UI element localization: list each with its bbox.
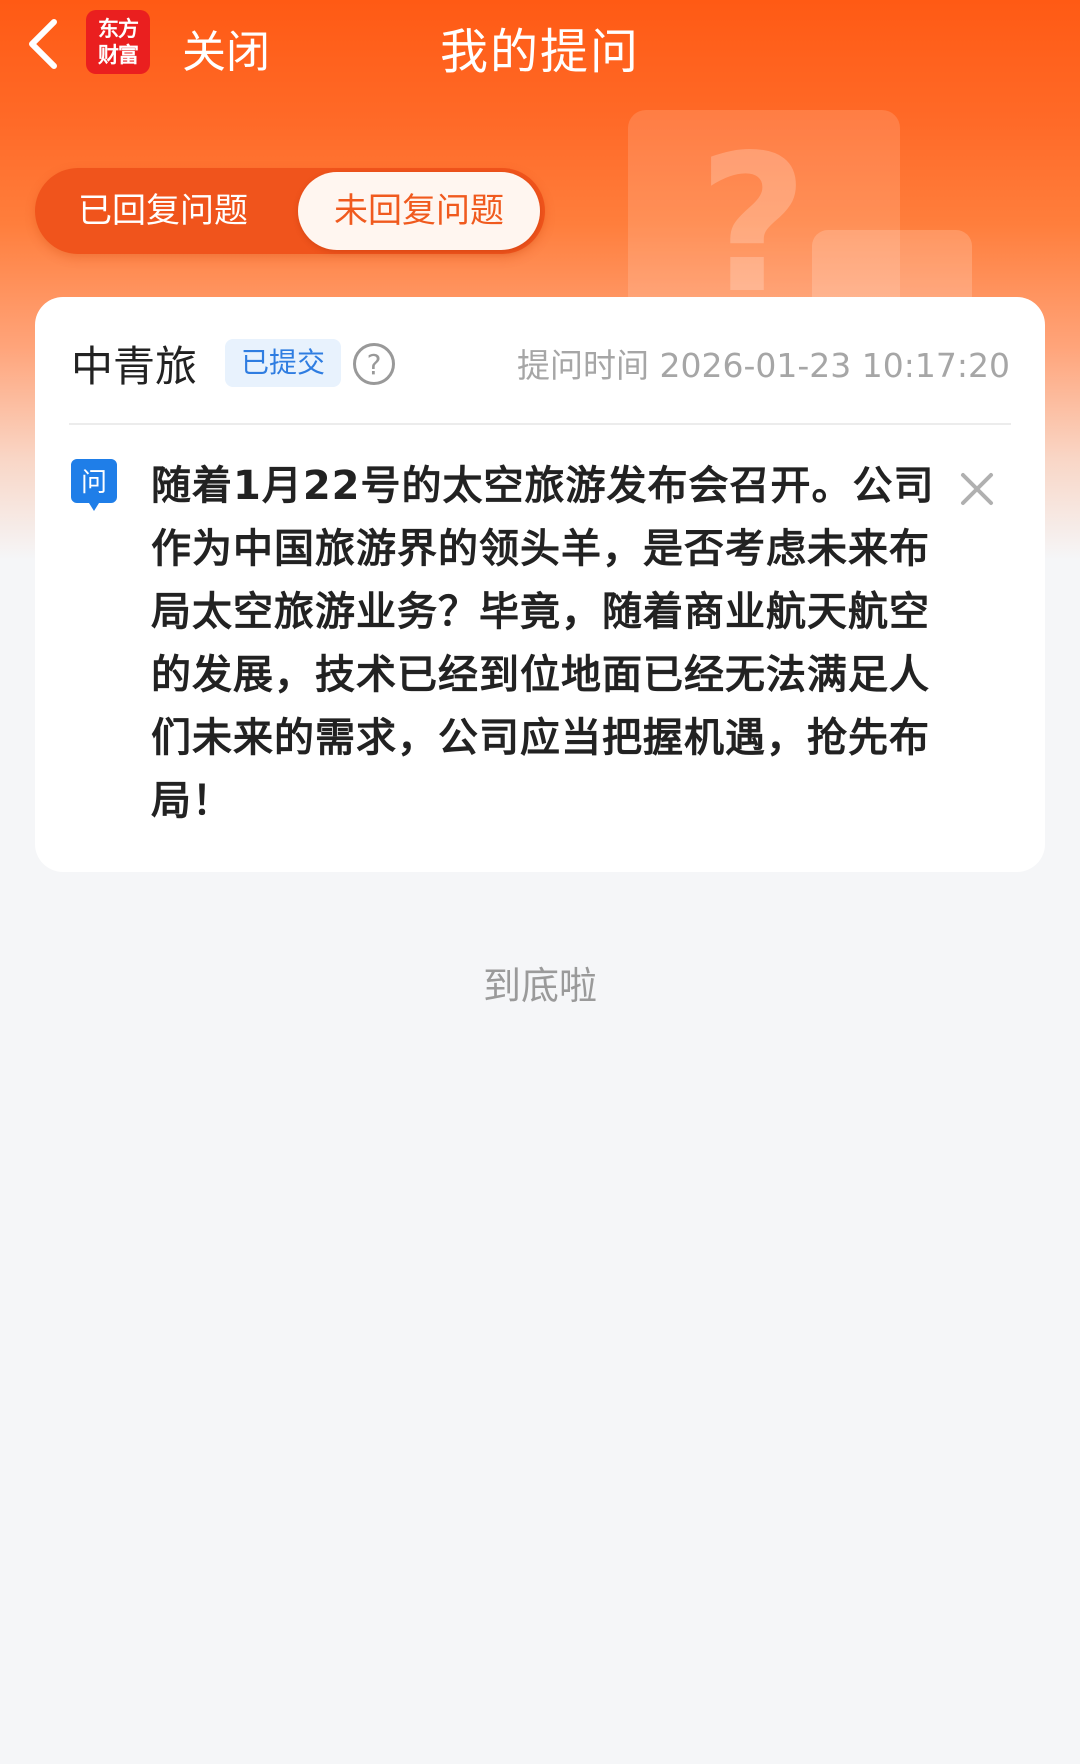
question-mark-decoration: ? — [698, 114, 809, 335]
question-circle-icon[interactable]: ? — [353, 343, 395, 385]
submit-time-label: 提问时间 — [517, 346, 650, 385]
question-card: 中青旅 已提交 ? 提问时间 2026-01-23 10:17:20 问 随着1… — [35, 297, 1045, 872]
company-name[interactable]: 中青旅 — [71, 333, 197, 394]
divider — [69, 423, 1011, 425]
top-bar: 东方 财富 关闭 我的提问 — [0, 0, 1080, 90]
question-tabs: 已回复问题 未回复问题 — [35, 168, 545, 254]
tab-answered[interactable]: 已回复问题 — [43, 172, 283, 250]
close-icon[interactable] — [957, 469, 997, 509]
submit-time: 提问时间 2026-01-23 10:17:20 — [517, 339, 1010, 387]
page-title: 我的提问 — [439, 24, 640, 80]
submit-time-value: 2026-01-23 10:17:20 — [659, 346, 1010, 385]
question-text: 随着1月22号的太空旅游发布会召开。公司作为中国旅游界的领头羊，是否考虑未来布局… — [151, 463, 935, 824]
status-badge: 已提交 — [225, 339, 341, 387]
tab-unanswered[interactable]: 未回复问题 — [298, 172, 540, 250]
end-of-list-text: 到底啦 — [482, 964, 597, 1008]
question-icon-label: 问 — [81, 468, 107, 498]
question-bubble-icon: 问 — [71, 459, 117, 511]
